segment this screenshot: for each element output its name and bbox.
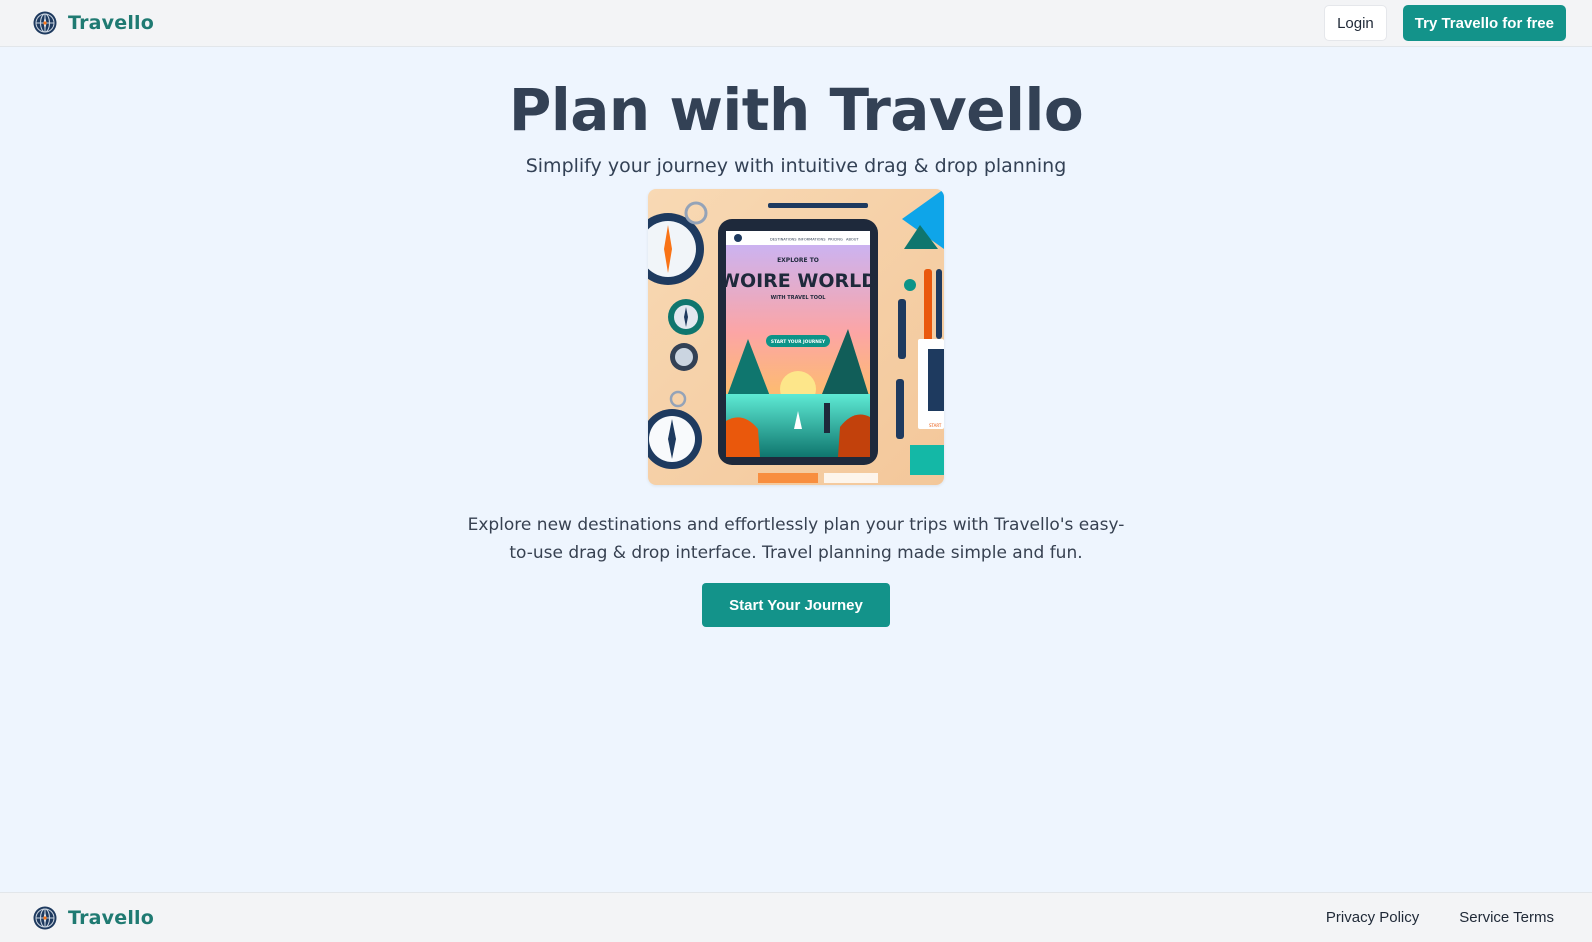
globe-compass-icon bbox=[33, 11, 57, 35]
svg-text:WITH TRAVEL TOOL: WITH TRAVEL TOOL bbox=[771, 295, 827, 301]
footer-links: Privacy Policy Service Terms bbox=[1326, 909, 1554, 926]
top-navbar: Travello Login Try Travello for free bbox=[0, 0, 1592, 47]
hero-title: Plan with Travello bbox=[508, 76, 1084, 144]
brand-name: Travello bbox=[68, 12, 155, 34]
svg-text:INFORMATIONS: INFORMATIONS bbox=[798, 238, 826, 242]
footer-brand-link[interactable]: Travello bbox=[32, 905, 154, 931]
svg-text:START YOUR JOURNEY: START YOUR JOURNEY bbox=[771, 339, 826, 345]
service-terms-link[interactable]: Service Terms bbox=[1459, 909, 1554, 926]
start-journey-button[interactable]: Start Your Journey bbox=[702, 583, 890, 627]
svg-text:PRICING: PRICING bbox=[828, 238, 843, 242]
svg-text:EXPLORE TO: EXPLORE TO bbox=[777, 257, 819, 264]
try-free-button[interactable]: Try Travello for free bbox=[1402, 5, 1566, 41]
login-button[interactable]: Login bbox=[1324, 5, 1387, 41]
globe-compass-icon bbox=[33, 906, 57, 929]
privacy-policy-link[interactable]: Privacy Policy bbox=[1326, 909, 1419, 926]
tablet-mockup: DESTINATIONS INFORMATIONS PRICING ABOUT … bbox=[718, 219, 878, 465]
brand-logo-link[interactable]: Travello bbox=[32, 10, 154, 36]
site-footer: Travello Privacy Policy Service Terms bbox=[0, 892, 1592, 942]
svg-text:START: START bbox=[929, 423, 942, 428]
nav-actions: Login Try Travello for free bbox=[1324, 5, 1566, 41]
svg-text:ABOUT: ABOUT bbox=[846, 238, 859, 242]
svg-text:WOIRE WORLD: WOIRE WORLD bbox=[719, 270, 877, 292]
hero-section: Plan with Travello Simplify your journey… bbox=[0, 47, 1592, 627]
svg-text:DESTINATIONS: DESTINATIONS bbox=[770, 238, 797, 242]
hero-illustration: DESTINATIONS INFORMATIONS PRICING ABOUT … bbox=[648, 189, 944, 485]
hero-subtitle: Simplify your journey with intuitive dra… bbox=[525, 155, 1067, 177]
footer-brand-name: Travello bbox=[68, 906, 155, 929]
hero-description: Explore new destinations and effortlessl… bbox=[467, 515, 1125, 563]
